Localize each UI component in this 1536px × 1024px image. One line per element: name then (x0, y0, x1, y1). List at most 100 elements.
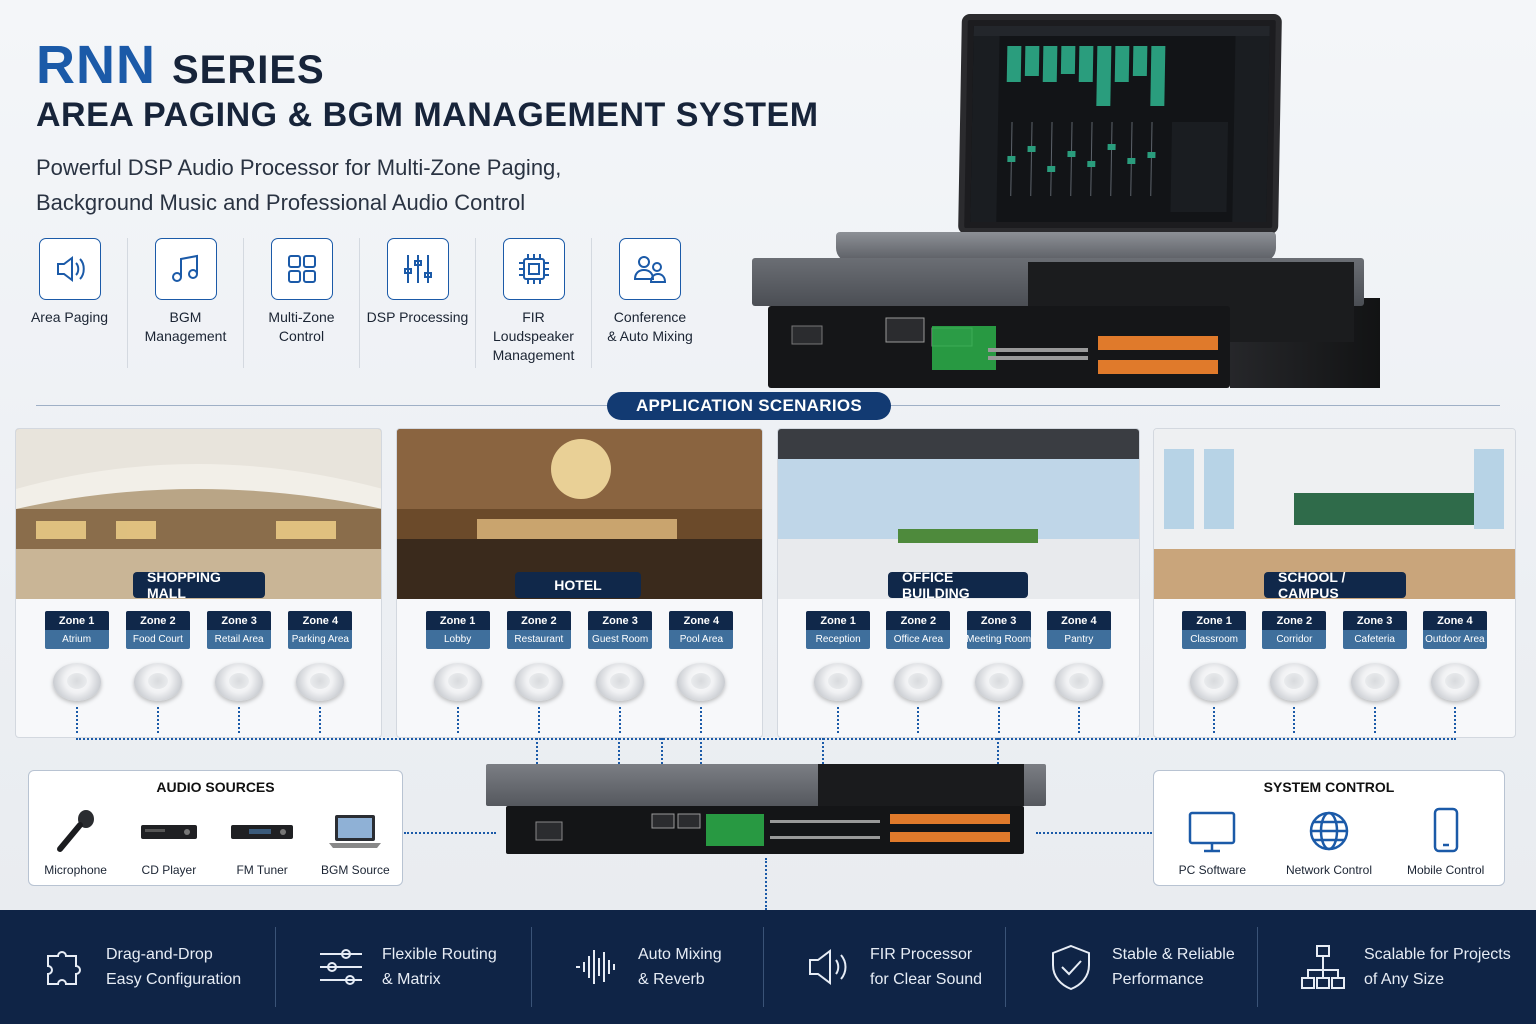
globe-icon (1303, 805, 1355, 857)
zone-item: Zone 1 Reception (806, 611, 871, 733)
feature-conference: Conference & Auto Mixing (592, 238, 708, 368)
ceiling-speaker-icon (514, 663, 563, 701)
zone-list: Zone 1 Reception Zone 2 Office Area Zone 3… (778, 611, 1139, 733)
connector-line (536, 738, 538, 764)
feature-bgm: BGM Management (128, 238, 244, 368)
ceiling-speaker-icon (1430, 663, 1479, 701)
waveform-icon (576, 950, 615, 984)
ceiling-speaker-icon (596, 663, 645, 701)
laptop-screen (958, 14, 1282, 234)
scenario-label-school: SCHOOL / CAMPUS (1264, 569, 1406, 601)
audio-source-item: FM Tuner (216, 805, 309, 877)
microphone-icon (50, 805, 102, 857)
puzzle-icon (47, 951, 81, 985)
zone-item: Zone 2 Food Court (125, 611, 190, 733)
connector-line (618, 738, 620, 764)
footer-item: Flexible Routing & Matrix (276, 927, 532, 1007)
footer-item: Auto Mixing & Reverb (532, 927, 764, 1007)
ceiling-speaker-icon (894, 663, 943, 701)
zone-bus-line (76, 738, 1456, 740)
fm-tuner-icon (229, 805, 295, 857)
feature-row: Area Paging BGM Management Multi-Zone Cont… (12, 238, 708, 368)
footer-link-line (765, 858, 767, 910)
audio-sources-title: AUDIO SOURCES (156, 779, 275, 795)
footer-features: Drag-and-Drop Easy Configuration Flexible… (0, 910, 1536, 1024)
zone-item: Zone 2 Corridor (1262, 611, 1327, 733)
brand-name: RNN (36, 35, 156, 95)
zone-item: Zone 2 Restaurant (506, 611, 571, 733)
connector-line (700, 738, 702, 764)
zone-item: Zone 3 Retail Area (207, 611, 272, 733)
central-dsp-device-front (818, 764, 1024, 806)
people-icon (619, 238, 681, 300)
audio-sources-panel: AUDIO SOURCES Microphone CD Player FM Tu… (28, 770, 403, 886)
feature-multi-zone: Multi-Zone Control (244, 238, 360, 368)
music-note-icon (154, 238, 217, 300)
cd-player-icon (139, 805, 199, 857)
feature-fir: FIR Loudspeaker Management (476, 238, 592, 368)
laptop-icon (325, 805, 385, 857)
ceiling-speaker-icon (1350, 663, 1399, 701)
tagline: Powerful DSP Audio Processor for Multi-Z… (36, 150, 636, 220)
ceiling-speaker-icon (133, 663, 182, 701)
scenario-label-shopping-mall: SHOPPING MALL (133, 569, 265, 601)
audio-source-item: BGM Source (309, 805, 402, 877)
footer-item: FIR Processor for Clear Sound (764, 927, 1006, 1007)
audio-source-link (404, 832, 496, 834)
audio-sources-list: Microphone CD Player FM Tuner BGM Source (29, 805, 402, 877)
ceiling-speaker-icon (52, 663, 101, 701)
feature-area-paging: Area Paging (12, 238, 128, 368)
phone-icon (1420, 805, 1472, 857)
zone-item: Zone 4 Outdoor Area (1422, 611, 1487, 733)
zone-list: Zone 1 Atrium Zone 2 Food Court Zone 3 Reta… (16, 611, 381, 733)
system-control-item: Network Control (1279, 805, 1379, 877)
zone-item: Zone 2 Office Area (886, 611, 951, 733)
zone-item: Zone 3 Guest Room (588, 611, 653, 733)
speaker-icon (38, 238, 101, 300)
system-control-list: PC Software Network Control Mobile Contr… (1154, 805, 1504, 877)
zone-item: Zone 1 Classroom (1182, 611, 1247, 733)
shield-check-icon (1052, 944, 1090, 991)
chip-icon (502, 238, 565, 300)
zone-list: Zone 1 Lobby Zone 2 Restaurant Zone 3 Guest… (397, 611, 762, 733)
system-control-panel: SYSTEM CONTROL PC Software Network Contr… (1153, 770, 1505, 886)
zone-item: Zone 4 Parking Area (288, 611, 353, 733)
system-control-item: Mobile Control (1396, 805, 1496, 877)
ceiling-speaker-icon (677, 663, 726, 701)
zone-item: Zone 1 Lobby (425, 611, 490, 733)
footer-item: Stable & Reliable Performance (1006, 927, 1258, 1007)
connector-line (661, 738, 663, 764)
ceiling-speaker-icon (1054, 663, 1103, 701)
footer-item: Drag-and-Drop Easy Configuration (0, 927, 276, 1007)
scenario-label-office: OFFICE BUILDING (888, 569, 1028, 601)
audio-source-item: Microphone (29, 805, 122, 877)
zone-list: Zone 1 Classroom Zone 2 Corridor Zone 3 Caf… (1154, 611, 1515, 733)
ceiling-speaker-icon (215, 663, 264, 701)
ceiling-speaker-icon (1270, 663, 1319, 701)
zone-item: Zone 1 Atrium (44, 611, 109, 733)
speaker-outline-icon (809, 949, 847, 985)
system-control-link (1036, 832, 1152, 834)
page-subtitle: AREA PAGING & BGM MANAGEMENT SYSTEM (36, 96, 819, 134)
connector-line (822, 738, 824, 764)
tagline-line-2: Background Music and Professional Audio … (36, 190, 526, 215)
connector-line (997, 738, 999, 764)
monitor-icon (1186, 805, 1238, 857)
ceiling-speaker-icon (974, 663, 1023, 701)
routing-sliders-icon (320, 949, 362, 985)
central-dsp-device-back-panel (506, 806, 1024, 854)
series-label: SERIES (172, 48, 325, 92)
sliders-icon (386, 238, 449, 300)
zone-item: Zone 4 Pool Area (669, 611, 734, 733)
dsp-software-screen (970, 26, 1270, 222)
zone-item: Zone 4 Pantry (1046, 611, 1111, 733)
scenario-label-hotel: HOTEL (515, 572, 641, 598)
audio-source-item: CD Player (122, 805, 215, 877)
ceiling-speaker-icon (814, 663, 863, 701)
tagline-line-1: Powerful DSP Audio Processor for Multi-Z… (36, 155, 562, 180)
ceiling-speaker-icon (296, 663, 345, 701)
system-control-item: PC Software (1162, 805, 1262, 877)
feature-dsp: DSP Processing (360, 238, 476, 368)
network-tree-icon (1301, 945, 1345, 989)
system-control-title: SYSTEM CONTROL (1263, 779, 1395, 795)
